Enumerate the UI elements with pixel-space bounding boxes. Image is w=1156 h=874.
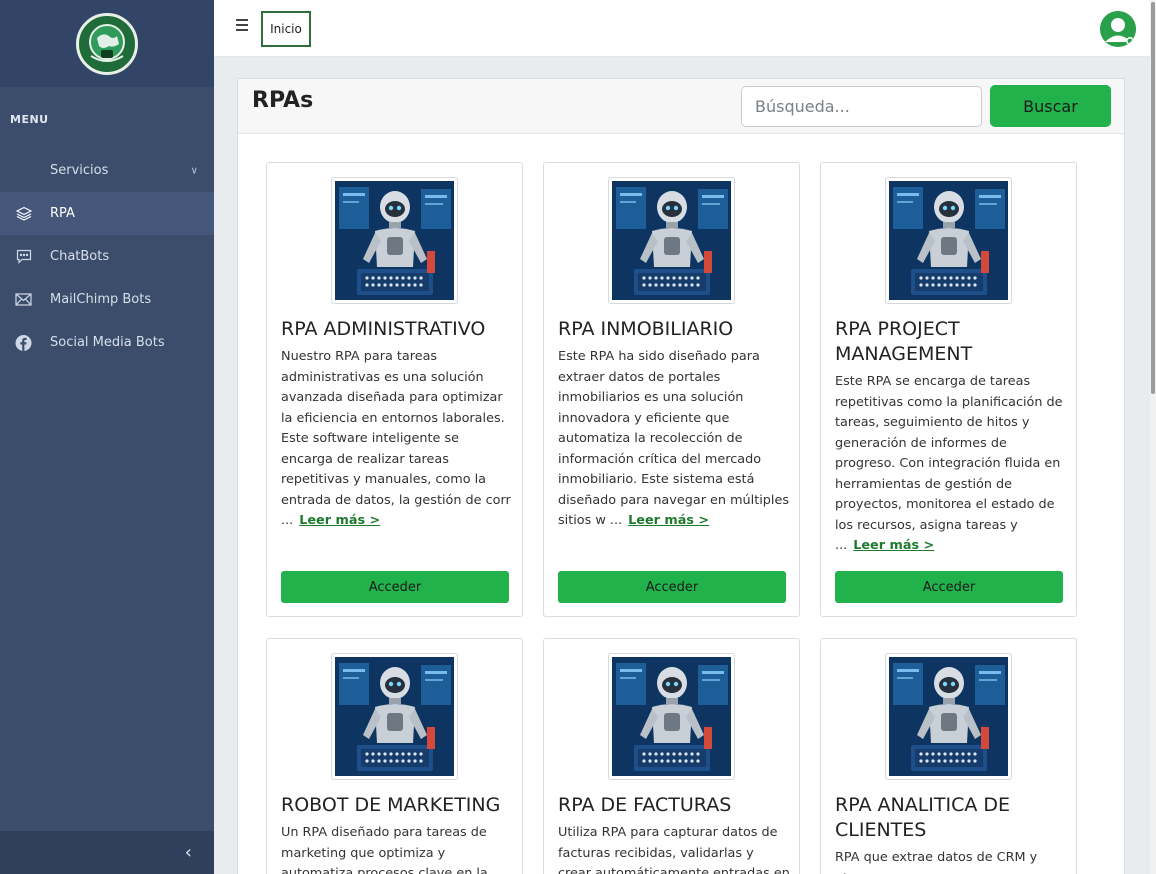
card-description: Nuestro RPA para tareas administrativas … (281, 347, 513, 532)
card-title: RPA PROJECT MANAGEMENT (835, 318, 973, 365)
sidebar-item-servicios[interactable]: Servicios ∨ (0, 149, 214, 192)
card-title: ROBOT DE MARKETING (281, 794, 501, 816)
sidebar-item-label: RPA (50, 206, 75, 221)
brand-logo[interactable] (76, 12, 138, 75)
card-description-text: Utiliza RPA para capturar datos de factu… (558, 825, 790, 874)
breadcrumb-inicio[interactable]: Inicio (261, 11, 311, 47)
mail-icon (15, 291, 32, 308)
rpa-card: RPA ANALITICA DE CLIENTES RPA que extrae… (820, 638, 1077, 874)
read-more-link[interactable]: Leer más > (628, 513, 709, 528)
read-more-link[interactable]: Leer más > (853, 538, 934, 553)
card-description: Utiliza RPA para capturar datos de factu… (558, 823, 790, 874)
card-title: RPA ANALITICA DE CLIENTES (835, 794, 1011, 841)
chevron-down-icon: ∨ (190, 165, 198, 176)
sidebar-item-chatbots[interactable]: ChatBots (0, 235, 214, 278)
robot-image (885, 177, 1012, 304)
access-button[interactable]: Acceder (835, 571, 1063, 603)
rpa-card: ROBOT DE MARKETING Un RPA diseñado para … (266, 638, 523, 874)
card-description-text: Este RPA ha sido diseñado para extraer d… (558, 349, 789, 528)
card-title: RPA INMOBILIARIO (558, 318, 734, 340)
access-button[interactable]: Acceder (558, 571, 786, 603)
user-avatar-icon[interactable] (1100, 11, 1136, 47)
rpa-card: RPA ADMINISTRATIVO Nuestro RPA para tare… (266, 162, 523, 617)
chat-icon (15, 248, 32, 265)
rpa-card: RPA DE FACTURAS Utiliza RPA para captura… (543, 638, 800, 874)
layers-icon (15, 205, 32, 222)
robot-image (885, 653, 1012, 780)
sidebar-item-label: Social Media Bots (50, 335, 165, 350)
card-description-text: Nuestro RPA para tareas administrativas … (281, 349, 511, 528)
rpa-card: RPA PROJECT MANAGEMENT Este RPA se encar… (820, 162, 1077, 617)
chevron-left-icon: ‹ (184, 842, 192, 863)
access-button[interactable]: Acceder (281, 571, 509, 603)
sidebar-item-label: MailChimp Bots (50, 292, 152, 307)
card-description-text: Un RPA diseñado para tareas de marketing… (281, 825, 488, 874)
card-description: Un RPA diseñado para tareas de marketing… (281, 823, 513, 874)
scrollbar-thumb[interactable] (1151, 2, 1155, 394)
card-description: Este RPA se encarga de tareas repetitiva… (835, 372, 1067, 557)
robot-image (331, 653, 458, 780)
robot-image (331, 177, 458, 304)
card-title: RPA DE FACTURAS (558, 794, 732, 816)
card-description: Este RPA ha sido diseñado para extraer d… (558, 347, 790, 532)
sidebar-item-rpa[interactable]: RPA (0, 192, 214, 235)
rpa-panel: RPAs Buscar RPA ADMINISTRATIVO Nuestro R… (237, 78, 1125, 874)
panel-header: RPAs Buscar (238, 79, 1124, 134)
card-description-text: Este RPA se encarga de tareas repetitiva… (835, 374, 1063, 553)
rpa-card: RPA INMOBILIARIO Este RPA ha sido diseña… (543, 162, 800, 617)
logo-area (0, 0, 214, 87)
facebook-icon (15, 334, 32, 351)
sidebar-item-mailchimp[interactable]: MailChimp Bots (0, 278, 214, 321)
topbar: Inicio (214, 0, 1156, 57)
hamburger-menu-icon[interactable] (236, 19, 248, 32)
sidebar-item-social-media[interactable]: Social Media Bots (0, 321, 214, 364)
sidebar: MENU Servicios ∨ RPA ChatBots MailChimp … (0, 0, 214, 874)
robot-image (608, 177, 735, 304)
search-button[interactable]: Buscar (990, 85, 1111, 127)
search-input[interactable] (741, 86, 982, 127)
robot-image (608, 653, 735, 780)
page-scrollbar[interactable] (1150, 0, 1156, 874)
card-title: RPA ADMINISTRATIVO (281, 318, 486, 340)
sidebar-collapse-button[interactable]: ‹ (0, 831, 214, 874)
card-description-text: RPA que extrae datos de CRM y otras (835, 850, 1038, 874)
page-title: RPAs (252, 88, 314, 113)
card-description: RPA que extrae datos de CRM y otras (835, 848, 1067, 874)
sidebar-item-label: ChatBots (50, 249, 110, 264)
read-more-link[interactable]: Leer más > (299, 513, 380, 528)
menu-heading: MENU (10, 113, 49, 126)
sidebar-item-label: Servicios (50, 163, 109, 178)
